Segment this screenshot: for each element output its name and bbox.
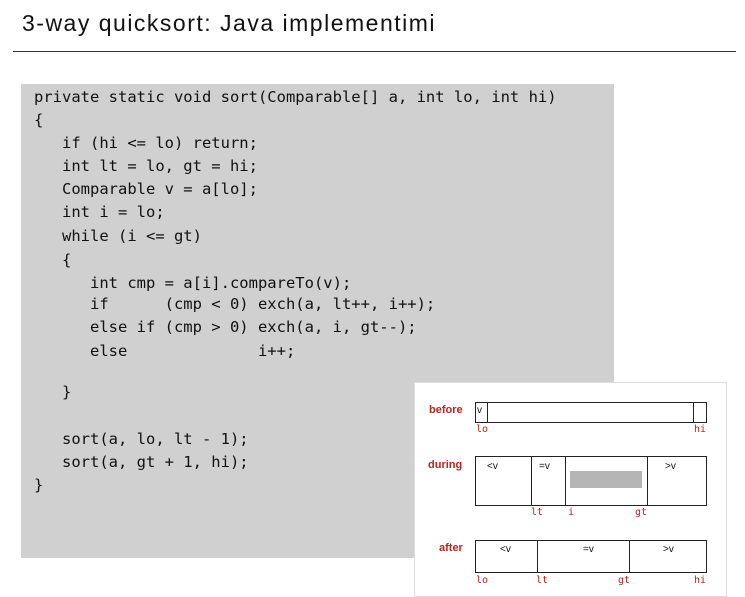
code-line: } bbox=[34, 476, 44, 494]
partition-diagram: before v lo hi during <v =v >v lt i gt a… bbox=[414, 382, 727, 597]
after-label: after bbox=[439, 542, 463, 554]
during-index-gt: gt bbox=[635, 507, 648, 518]
before-pivot-v: v bbox=[477, 405, 482, 416]
before-divider-v bbox=[487, 402, 488, 423]
during-divider-i bbox=[565, 456, 566, 506]
during-index-i: i bbox=[568, 507, 575, 518]
code-line: sort(a, lo, lt - 1); bbox=[34, 430, 249, 448]
during-equal-region: =v bbox=[539, 461, 550, 472]
code-line: if (hi <= lo) return; bbox=[34, 134, 258, 152]
code-line: } bbox=[34, 383, 72, 401]
code-line: int lt = lo, gt = hi; bbox=[34, 157, 258, 175]
during-greater-region: >v bbox=[665, 461, 676, 472]
code-line: else i++; bbox=[34, 342, 296, 360]
code-line: { bbox=[34, 111, 44, 129]
code-line: Comparable v = a[lo]; bbox=[34, 180, 258, 198]
during-less-region: <v bbox=[487, 461, 498, 472]
code-line: { bbox=[34, 251, 72, 269]
during-divider-gt bbox=[647, 456, 648, 506]
after-index-lt: lt bbox=[536, 575, 549, 586]
during-label: during bbox=[428, 459, 463, 471]
code-line: private static void sort(Comparable[] a,… bbox=[34, 88, 557, 106]
after-divider-lt bbox=[537, 540, 538, 573]
during-index-lt: lt bbox=[531, 507, 544, 518]
after-index-hi: hi bbox=[694, 575, 707, 586]
before-index-lo: lo bbox=[476, 424, 489, 435]
before-index-hi: hi bbox=[694, 424, 707, 435]
after-index-gt: gt bbox=[618, 575, 631, 586]
before-label: before bbox=[429, 404, 463, 416]
title-divider bbox=[13, 51, 736, 52]
after-divider-gt bbox=[629, 540, 630, 573]
slide-title: 3-way quicksort: Java implementimi bbox=[22, 10, 437, 36]
during-unknown-region bbox=[570, 471, 642, 488]
during-divider-lt bbox=[531, 456, 532, 506]
code-line: if (cmp < 0) exch(a, lt++, i++); bbox=[34, 295, 436, 313]
after-less-region: <v bbox=[500, 544, 511, 555]
before-divider-hi bbox=[693, 402, 694, 423]
code-line: int i = lo; bbox=[34, 203, 165, 221]
code-line: sort(a, gt + 1, hi); bbox=[34, 453, 249, 471]
after-greater-region: >v bbox=[663, 544, 674, 555]
after-index-lo: lo bbox=[476, 575, 489, 586]
code-line: else if (cmp > 0) exch(a, i, gt--); bbox=[34, 318, 417, 336]
after-equal-region: =v bbox=[583, 544, 594, 555]
code-line: int cmp = a[i].compareTo(v); bbox=[34, 274, 352, 292]
before-array bbox=[475, 402, 707, 423]
code-line: while (i <= gt) bbox=[34, 227, 202, 245]
